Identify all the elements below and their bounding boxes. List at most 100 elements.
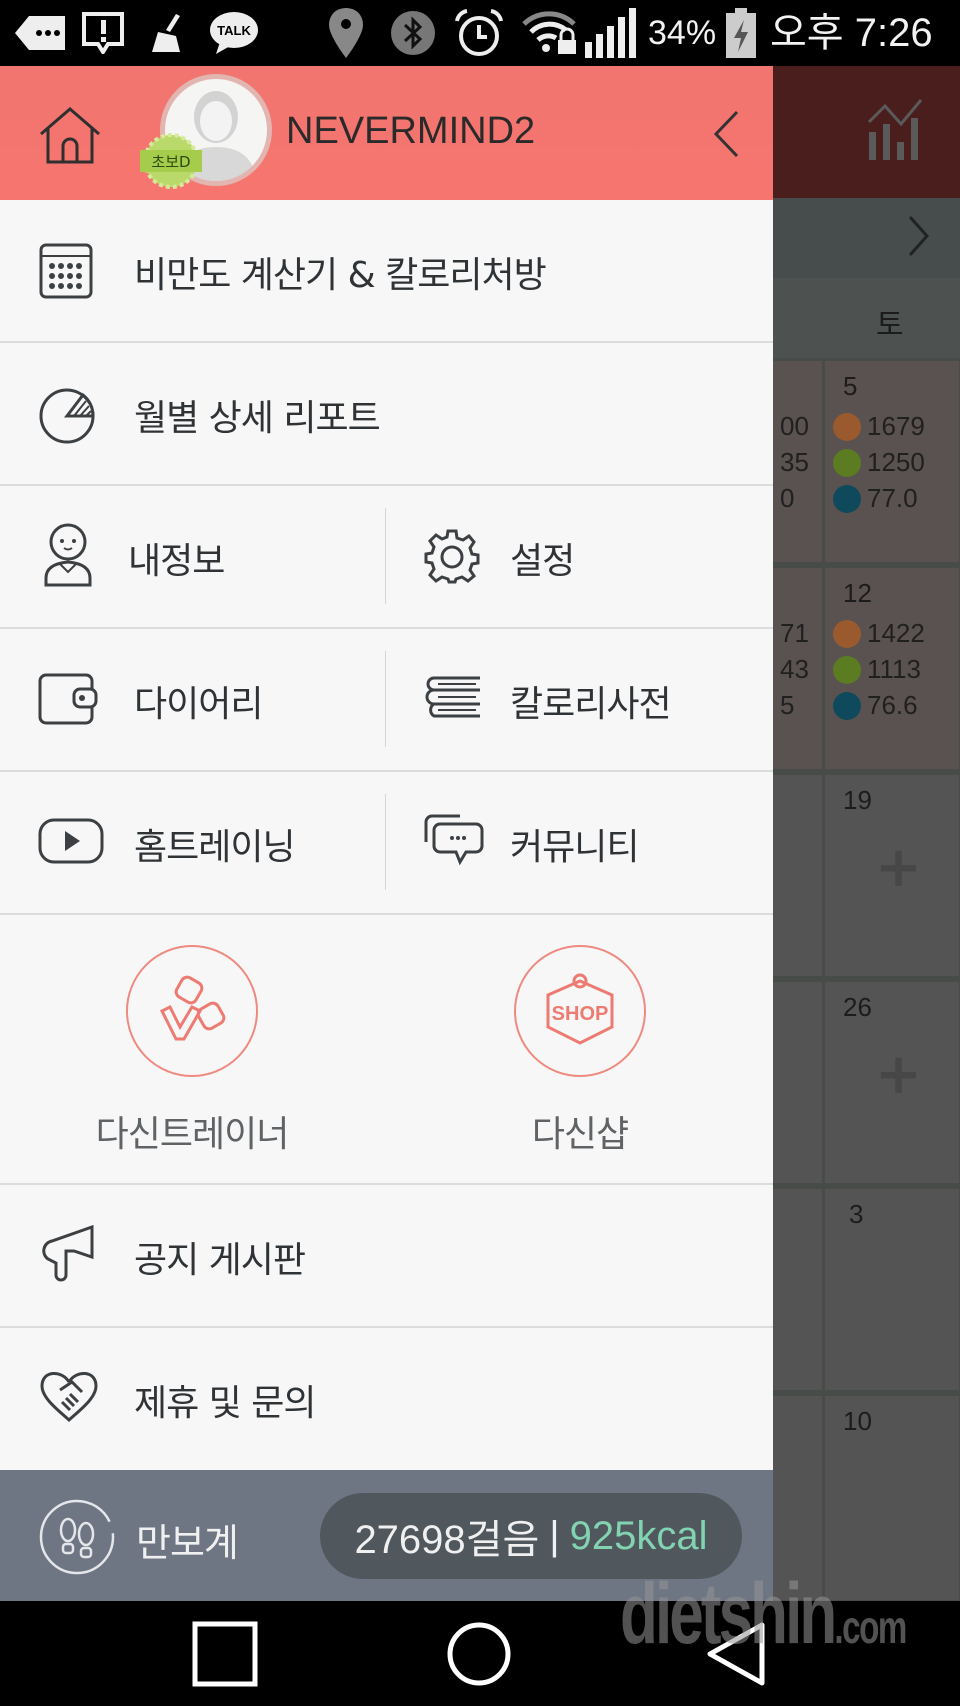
background-header: [773, 66, 960, 198]
books-stack-icon: [425, 676, 480, 718]
intake-row: 1422: [833, 618, 925, 649]
navigation-drawer: 초보D NEVERMIND2 비만도 계산기 & 칼로리처방 월별 상세 리포트…: [0, 66, 773, 1601]
wallet-icon: [38, 673, 98, 725]
menu-item-community[interactable]: 커뮤니티: [386, 772, 773, 913]
svg-text:SHOP: SHOP: [552, 1003, 609, 1025]
steps-count: 27698걸음: [354, 1518, 540, 1562]
svg-text:TALK: TALK: [217, 23, 251, 38]
menu-label: 다이어리: [134, 684, 263, 725]
shop-tag-icon: SHOP: [546, 973, 614, 1045]
location-icon: [326, 8, 366, 58]
month-bar: [773, 198, 960, 278]
calendar-cell[interactable]: 3: [822, 1186, 960, 1393]
saturday-label: 토: [876, 308, 904, 343]
pill-separator: |: [549, 1513, 560, 1558]
weight-row: 77.0: [833, 483, 918, 514]
weight-row: 76.6: [833, 690, 918, 721]
menu-row-info-settings: 내정보 설정: [0, 486, 773, 629]
exercise-row: 1250: [833, 447, 925, 478]
clock: 오후 7:26: [770, 11, 933, 55]
menu-item-settings[interactable]: 설정: [386, 486, 773, 627]
calendar-cell[interactable]: 19 +: [822, 772, 960, 979]
level-badge: 초보D: [140, 132, 202, 190]
calendar-cell-partial[interactable]: [773, 1186, 825, 1393]
dashin-shop-button[interactable]: SHOP 다신샵: [430, 915, 730, 1183]
chat-bubbles-icon: [424, 814, 484, 866]
scale-icon: [833, 691, 861, 720]
circle-home-icon: [447, 1622, 511, 1686]
dashin-trainer-label: 다신트레이너: [95, 1114, 290, 1155]
menu-item-home-training[interactable]: 홈트레이닝: [0, 772, 385, 913]
dashin-shop-label: 다신샵: [531, 1114, 629, 1155]
intake-row: 1679: [833, 411, 925, 442]
calendar-cell[interactable]: 5 1679 1250 77.0: [822, 358, 960, 565]
dashin-trainer-button[interactable]: 다신트레이너: [42, 915, 342, 1183]
heart-handshake-icon: [40, 1372, 98, 1423]
exercise-icon: [833, 655, 861, 684]
exercise-icon: [833, 448, 861, 477]
wifi-lock-icon: [522, 10, 580, 56]
add-icon[interactable]: +: [875, 835, 922, 900]
pedometer-label: 만보계: [136, 1521, 239, 1565]
trainer-circle: [126, 945, 258, 1077]
menu-label: 내정보: [128, 541, 225, 582]
menu-item-my-info[interactable]: 내정보: [0, 486, 385, 627]
cleaner-icon: [144, 10, 190, 56]
video-play-icon: [38, 818, 104, 864]
calendar-cell-partial[interactable]: 71 43 5: [773, 565, 825, 772]
gear-icon: [424, 529, 480, 584]
menu-item-bmi-calculator[interactable]: 비만도 계산기 & 칼로리처방: [0, 200, 773, 343]
menu-label: 커뮤니티: [510, 827, 639, 868]
footprints-icon: [39, 1499, 115, 1575]
menu-item-notice-board[interactable]: 공지 게시판: [0, 1185, 773, 1328]
menu-label: 공지 게시판: [134, 1240, 306, 1281]
chart-icon[interactable]: [865, 98, 923, 160]
square-recents-icon: [192, 1621, 258, 1687]
menu-label: 월별 상세 리포트: [134, 398, 381, 439]
username: NEVERMIND2: [286, 110, 536, 152]
calendar-cell[interactable]: 12 1422 1113 76.6: [822, 565, 960, 772]
status-bar: TALK 34% 오후 7:26: [0, 0, 960, 66]
menu-item-calorie-dictionary[interactable]: 칼로리사전: [386, 629, 773, 770]
menu-label: 설정: [510, 541, 575, 582]
menu-label: 칼로리사전: [510, 684, 672, 725]
next-month-icon[interactable]: [907, 214, 931, 258]
drawer-header: 초보D NEVERMIND2: [0, 66, 773, 200]
menu-item-monthly-report[interactable]: 월별 상세 리포트: [0, 343, 773, 486]
profile-person-icon: [44, 523, 92, 587]
trainer-check-dumbbell-icon: [159, 975, 226, 1041]
menu-label: 홈트레이닝: [134, 827, 296, 868]
battery-charging-icon: [724, 8, 758, 58]
menu-row-training-community: 홈트레이닝 커뮤니티: [0, 772, 773, 915]
watermark: dietshin.com: [620, 1566, 907, 1662]
calendar-cell-partial[interactable]: [773, 772, 825, 979]
meal-icon: [833, 619, 861, 648]
close-drawer-chevron-icon[interactable]: [712, 110, 740, 158]
shop-circle: SHOP: [514, 945, 646, 1077]
menu-item-partnership-inquiry[interactable]: 제휴 및 문의: [0, 1328, 773, 1470]
calendar-cell-partial[interactable]: [773, 979, 825, 1186]
meal-icon: [833, 412, 861, 441]
calendar-cell-partial[interactable]: 00 35 0: [773, 358, 825, 565]
battery-percent: 34%: [648, 14, 717, 52]
alert-icon: [80, 10, 126, 56]
menu-label: 제휴 및 문의: [134, 1383, 316, 1424]
calories-burned: 925kcal: [569, 1513, 708, 1558]
home-icon[interactable]: [38, 106, 102, 164]
menu-label: 비만도 계산기 & 칼로리처방: [134, 255, 547, 296]
day-header: 토: [773, 278, 960, 362]
calendar-cell[interactable]: 26 +: [822, 979, 960, 1186]
scale-icon: [833, 484, 861, 513]
more-notifications-icon: [14, 10, 66, 56]
recents-button[interactable]: [180, 1619, 270, 1689]
featured-section: 다신트레이너 SHOP 다신샵: [0, 915, 773, 1185]
menu-item-diary[interactable]: 다이어리: [0, 629, 385, 770]
background-calendar: 토 00 35 0 71 43 5 5 1679 1250 77.0 12 14…: [773, 66, 960, 1601]
kakaotalk-icon: TALK: [208, 10, 260, 56]
home-button[interactable]: [434, 1619, 524, 1689]
add-icon[interactable]: +: [875, 1042, 922, 1107]
calculator-icon: [39, 243, 93, 299]
pie-chart-icon: [39, 388, 95, 444]
menu-row-diary-dictionary: 다이어리 칼로리사전: [0, 629, 773, 772]
alarm-icon: [452, 9, 506, 56]
